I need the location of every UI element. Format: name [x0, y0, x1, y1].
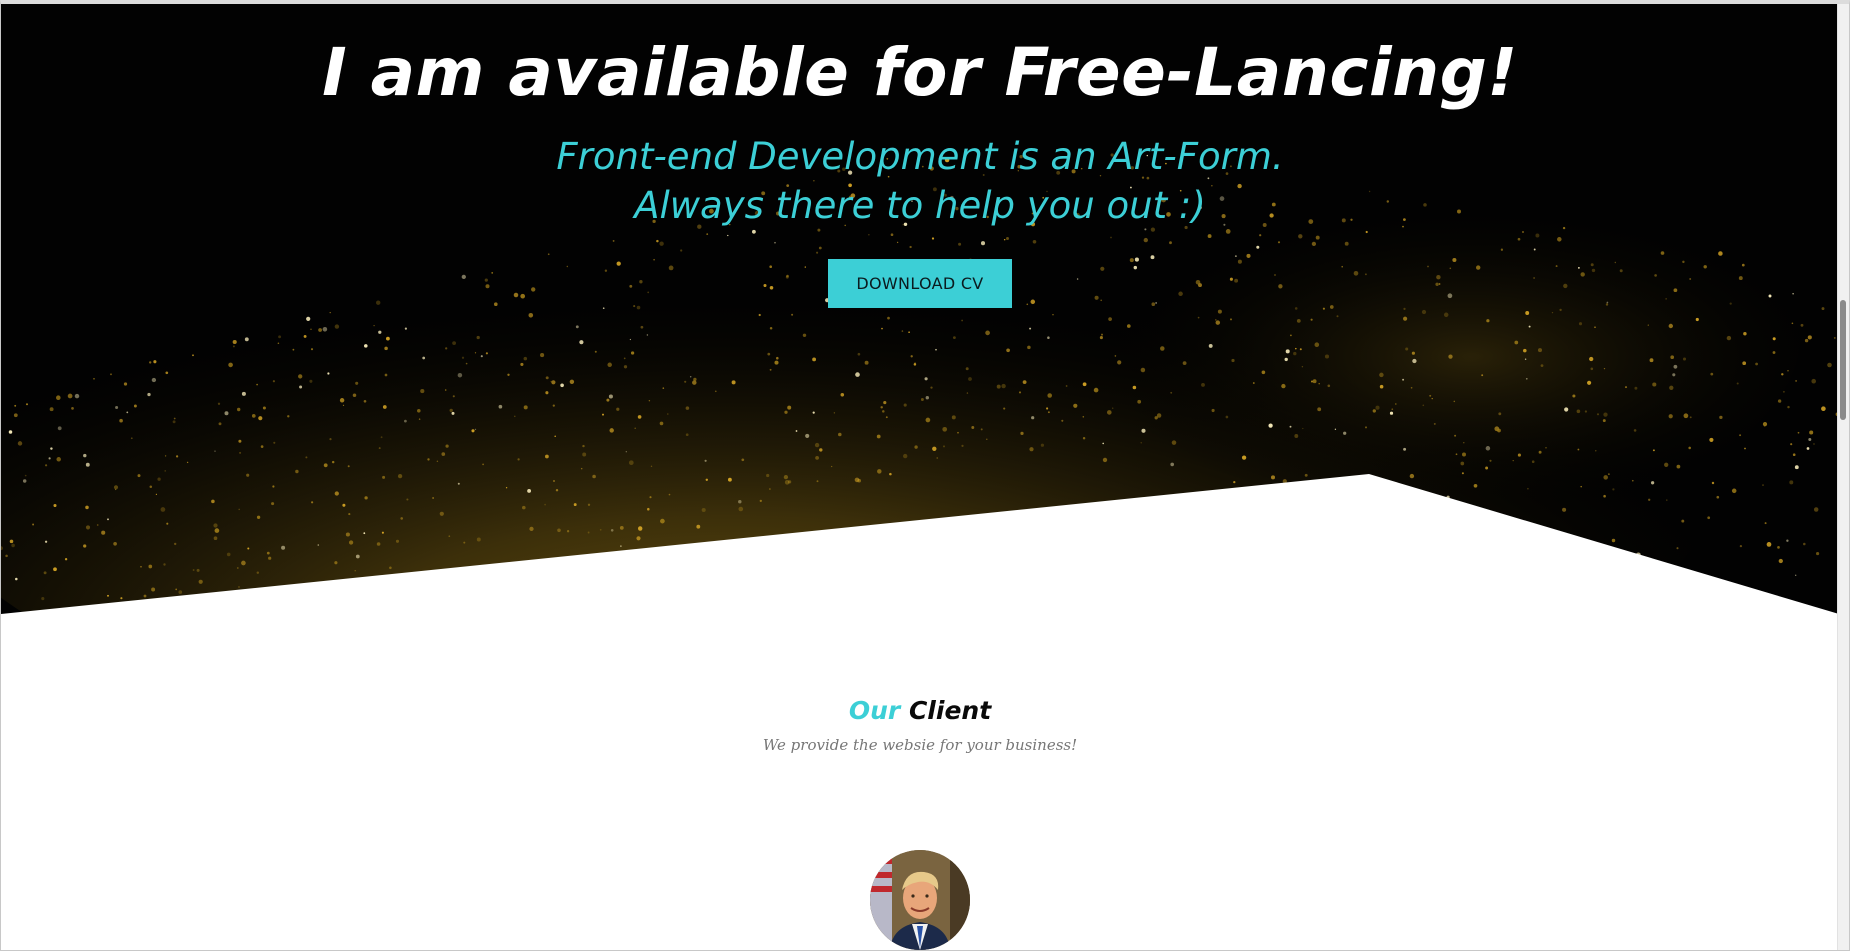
client-avatar[interactable]	[870, 850, 970, 950]
download-cv-button[interactable]: DOWNLOAD CV	[828, 259, 1012, 308]
vertical-scrollbar[interactable]	[1837, 4, 1849, 950]
hero-title: I am available for Free-Lancing!	[322, 34, 1518, 111]
hero-section: I am available for Free-Lancing! Front-e…	[1, 4, 1839, 614]
hero-subtitle-line-2: Always there to help you out :)	[634, 184, 1206, 227]
hero-subtitle: Front-end Development is an Art-Form. Al…	[1, 132, 1839, 230]
client-portrait-icon	[870, 850, 970, 950]
client-tagline: We provide the websie for your business!	[762, 736, 1078, 754]
client-section-title: Our Client	[1, 696, 1839, 725]
scrollbar-thumb[interactable]	[1840, 300, 1846, 420]
hero-subtitle-line-1: Front-end Development is an Art-Form.	[556, 135, 1284, 178]
client-title-main: Client	[908, 696, 992, 725]
page-viewport: I am available for Free-Lancing! Front-e…	[0, 0, 1850, 951]
client-title-accent: Our	[848, 696, 901, 725]
client-section: Our Client We provide the websie for you…	[1, 614, 1839, 950]
